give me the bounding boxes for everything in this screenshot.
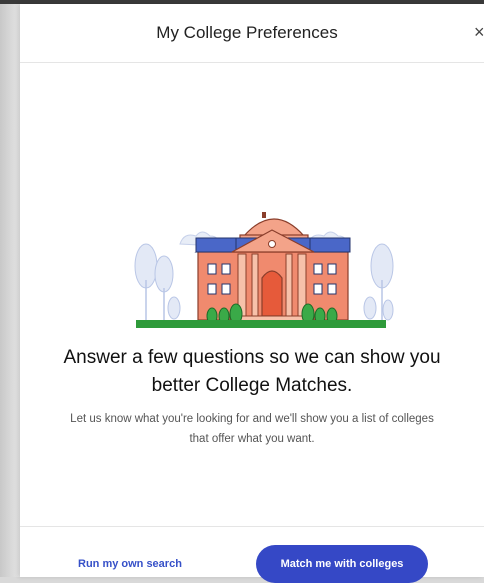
preferences-modal: My College Preferences × Answer a few qu… [20, 4, 484, 583]
description-text: Let us know what you're looking for and … [70, 413, 434, 445]
college-building-illustration [134, 212, 394, 328]
modal-footer: Run my own search Match me with colleges [20, 526, 484, 583]
modal-title: My College Preferences [156, 23, 338, 42]
headline: Answer a few questions so we can show yo… [63, 347, 441, 396]
modal-header: My College Preferences × [20, 4, 484, 63]
page-backdrop [0, 0, 20, 577]
match-colleges-button[interactable]: Match me with colleges [256, 545, 428, 583]
run-own-search-link[interactable]: Run my own search [78, 558, 182, 570]
close-icon[interactable]: × [474, 23, 484, 41]
